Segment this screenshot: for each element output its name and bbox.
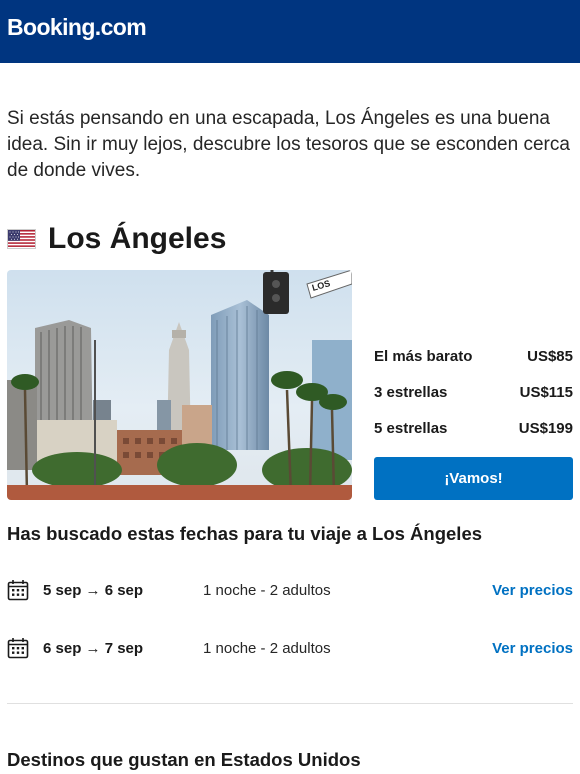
los-angeles-skyline-photo[interactable]: LOS: [7, 270, 352, 500]
price-value: US$199: [518, 419, 573, 437]
stay-detail: 1 noche - 2 adultos: [203, 639, 331, 657]
intro-text: Si estás pensando en una escapada, Los Á…: [7, 108, 570, 181]
booking-logo[interactable]: Booking.com: [7, 14, 147, 41]
price-label: El más barato: [374, 347, 473, 365]
price-row: 3 estrellas US$115: [374, 374, 573, 410]
date-range: 6 sep → 7 sep: [43, 639, 144, 657]
see-prices-link[interactable]: Ver precios: [492, 640, 573, 657]
searched-dates-title: Has buscado estas fechas para tu viaje a…: [7, 523, 483, 544]
vamos-button[interactable]: ¡Vamos!: [374, 457, 573, 500]
price-label: 5 estrellas: [374, 419, 448, 437]
us-flag-icon: [7, 229, 36, 249]
date-row[interactable]: 5 sep → 6 sep 1 noche - 2 adultos Ver pr…: [7, 575, 573, 605]
section-divider: [7, 703, 573, 704]
price-row: 5 estrellas US$199: [374, 410, 573, 446]
date-row[interactable]: 6 sep → 7 sep 1 noche - 2 adultos Ver pr…: [7, 633, 573, 663]
price-row: El más barato US$85: [374, 338, 573, 374]
city-title[interactable]: Los Ángeles: [48, 222, 226, 256]
price-list: El más barato US$85 3 estrellas US$115 5…: [374, 338, 573, 446]
price-value: US$115: [519, 383, 573, 401]
calendar-icon: [7, 637, 29, 659]
stay-detail: 1 noche - 2 adultos: [203, 581, 331, 599]
destination-heading: Los Ángeles: [7, 219, 226, 259]
see-prices-link[interactable]: Ver precios: [492, 582, 573, 599]
date-range: 5 sep → 6 sep: [43, 581, 144, 599]
price-value: US$85: [527, 347, 573, 365]
calendar-icon: [7, 579, 29, 601]
price-label: 3 estrellas: [374, 383, 448, 401]
header-bar: Booking.com: [0, 0, 580, 63]
popular-destinations-title: Destinos que gustan en Estados Unidos: [7, 749, 361, 770]
